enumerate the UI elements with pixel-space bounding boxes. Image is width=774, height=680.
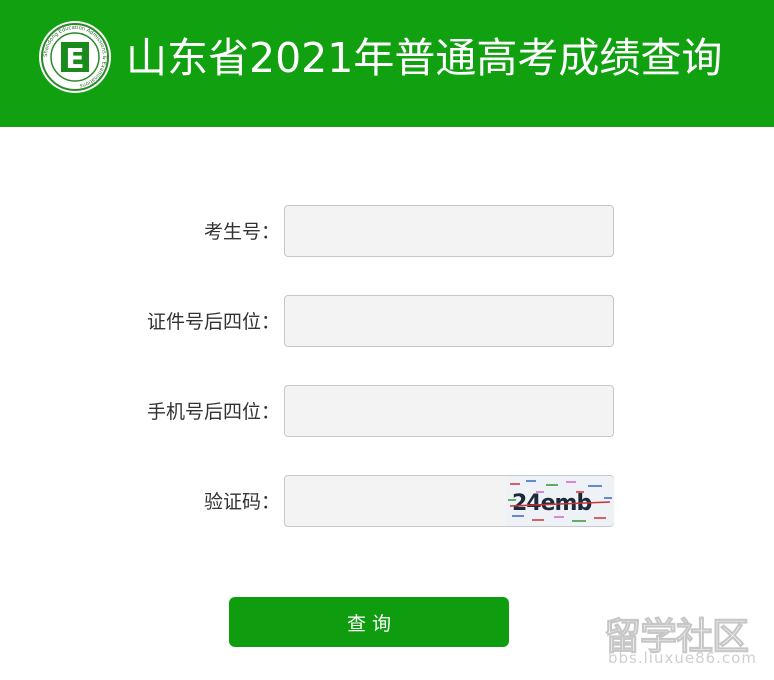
id-last4-input[interactable] xyxy=(284,295,614,347)
phone-last4-input[interactable] xyxy=(284,385,614,437)
form-row-captcha: 验证码： xyxy=(0,475,774,529)
page-header: Shandong Education Admissions & Examinat… xyxy=(0,0,774,127)
captcha-image[interactable]: 24emb xyxy=(506,476,614,526)
form-row-id-last4: 证件号后四位： xyxy=(0,295,774,349)
form-row-exam-number: 考生号： xyxy=(0,205,774,259)
site-watermark: 留学社区 bbs.liuxue86.com xyxy=(598,604,768,672)
captcha-label: 验证码： xyxy=(203,491,280,513)
exam-number-input[interactable] xyxy=(284,205,614,257)
logo-letter: E xyxy=(65,42,84,75)
id-last4-label: 证件号后四位： xyxy=(146,311,280,333)
query-button[interactable]: 查询 xyxy=(229,597,509,647)
watermark-sub-text: bbs.liuxue86.com xyxy=(608,649,757,667)
form-row-phone-last4: 手机号后四位： xyxy=(0,385,774,439)
exam-logo-icon: Shandong Education Admissions & Examinat… xyxy=(39,21,111,93)
page-title: 山东省2021年普通高考成绩查询 xyxy=(126,34,723,82)
phone-last4-label: 手机号后四位： xyxy=(146,401,280,423)
exam-number-label: 考生号： xyxy=(203,221,280,243)
